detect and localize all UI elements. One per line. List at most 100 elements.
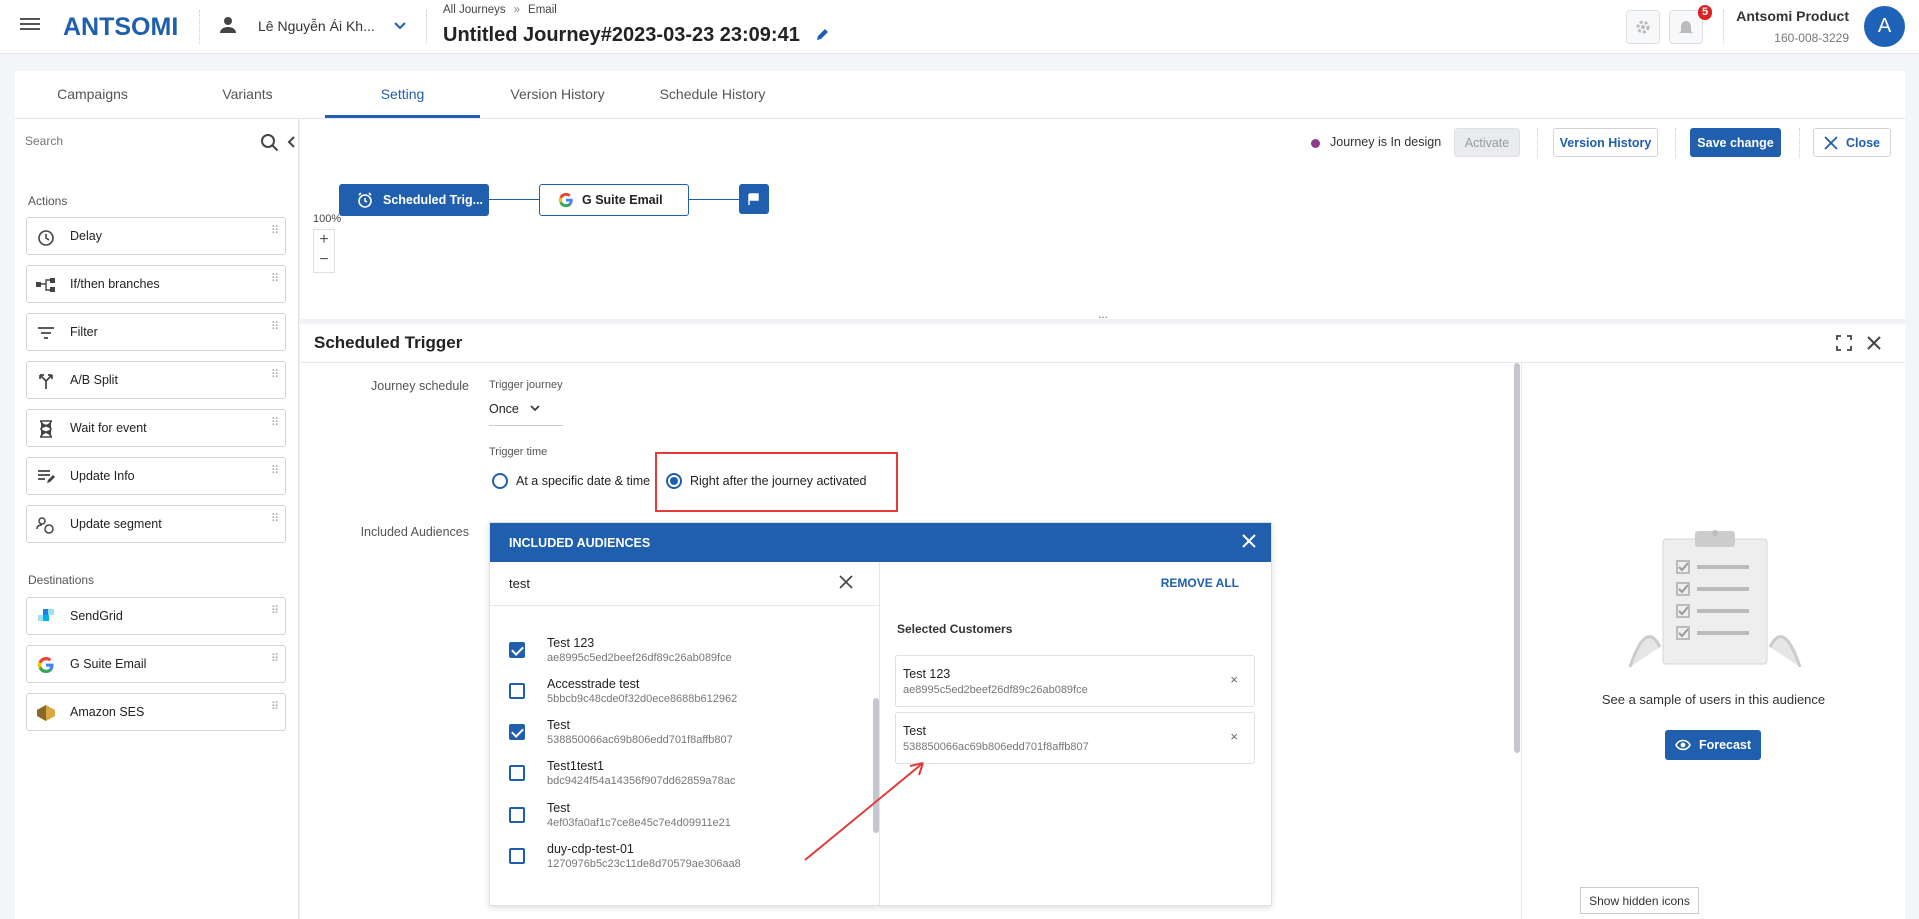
audience-checkbox[interactable] <box>509 848 525 864</box>
clear-search-icon[interactable] <box>839 575 853 592</box>
audience-name[interactable]: Test <box>547 801 570 815</box>
sidebar-item-gsuite-email[interactable]: G Suite Email ⠿ <box>26 645 286 683</box>
audience-name[interactable]: Test 123 <box>547 636 594 650</box>
audience-name[interactable]: Test <box>547 718 570 732</box>
node-scheduled-trigger[interactable]: Scheduled Trig... <box>339 184 489 216</box>
chevron-left-icon[interactable] <box>287 135 297 152</box>
close-icon[interactable] <box>1241 533 1257 552</box>
drag-handle-icon[interactable]: ⠿ <box>271 466 279 477</box>
radio-specific-date-label[interactable]: At a specific date & time <box>516 474 650 488</box>
expand-icon[interactable] <box>1836 335 1852 354</box>
sidebar-item-update-segment[interactable]: Update segment ⠿ <box>26 505 286 543</box>
breadcrumb-all-journeys[interactable]: All Journeys <box>443 4 506 16</box>
main-tabs: Campaigns Variants Setting Version Histo… <box>15 71 1905 119</box>
search-icon[interactable] <box>260 133 280 156</box>
close-button[interactable]: Close <box>1813 128 1891 157</box>
pencil-icon[interactable] <box>815 28 829 45</box>
audience-checkbox[interactable] <box>509 765 525 781</box>
delay-icon <box>36 227 56 247</box>
close-panel-icon[interactable] <box>1866 335 1882 354</box>
tab-version-history[interactable]: Version History <box>480 71 635 118</box>
sidebar-item-ab-split[interactable]: A/B Split ⠿ <box>26 361 286 399</box>
audience-checkbox[interactable] <box>509 724 525 740</box>
sidebar-item-filter[interactable]: Filter ⠿ <box>26 313 286 351</box>
user-name[interactable]: Lê Nguyễn Ái Kh... <box>258 18 375 34</box>
amazon-ses-icon <box>36 703 56 723</box>
version-history-button[interactable]: Version History <box>1553 128 1658 157</box>
remove-all-button[interactable]: REMOVE ALL <box>1161 576 1239 590</box>
node-end[interactable] <box>739 184 769 214</box>
audience-name[interactable]: Test1test1 <box>547 759 604 773</box>
journey-canvas[interactable] <box>300 119 1905 319</box>
detail-title: Scheduled Trigger <box>314 333 463 352</box>
radio-specific-date[interactable] <box>492 473 508 489</box>
node-label: Scheduled Trig... <box>383 193 484 207</box>
audience-search-input[interactable]: test <box>509 576 530 591</box>
journey-schedule-label: Journey schedule <box>371 379 469 393</box>
search-input[interactable] <box>25 134 235 148</box>
top-header: ANTSOMI Lê Nguyễn Ái Kh... All Journeys »… <box>0 0 1919 54</box>
sidebar-item-label: G Suite Email <box>70 657 147 671</box>
sidebar-item-if-then[interactable]: If/then branches ⠿ <box>26 265 286 303</box>
save-change-button[interactable]: Save change <box>1690 128 1781 157</box>
settings-button[interactable] <box>1626 10 1660 44</box>
node-gsuite-email[interactable]: G Suite Email <box>539 184 689 216</box>
audience-name[interactable]: Accesstrade test <box>547 677 639 691</box>
divider <box>300 362 1905 363</box>
menu-icon[interactable] <box>20 15 40 35</box>
scrollbar[interactable] <box>1514 363 1520 753</box>
chevron-down-icon[interactable] <box>393 18 407 35</box>
google-icon <box>558 192 573 208</box>
selected-customer-chip: Test 538850066ac69b806edd701f8affb807 × <box>895 712 1255 764</box>
hourglass-icon <box>36 419 56 439</box>
drag-handle-icon[interactable]: ⠿ <box>271 514 279 525</box>
sidebar-search <box>25 133 295 157</box>
sidebar-item-sendgrid[interactable]: SendGrid ⠿ <box>26 597 286 635</box>
tab-schedule-history[interactable]: Schedule History <box>635 71 790 118</box>
forecast-button[interactable]: Forecast <box>1665 730 1761 760</box>
drag-handle-icon[interactable]: ⠿ <box>271 226 279 237</box>
remove-icon[interactable]: × <box>1230 729 1238 744</box>
sidebar-item-label: A/B Split <box>70 373 118 387</box>
drag-handle-icon[interactable]: ⠿ <box>271 322 279 333</box>
status-dot <box>1311 139 1320 148</box>
sidebar-item-update-info[interactable]: Update Info ⠿ <box>26 457 286 495</box>
resize-handle[interactable]: ... <box>1098 307 1108 321</box>
sidebar-item-delay[interactable]: Delay ⠿ <box>26 217 286 255</box>
drag-handle-icon[interactable]: ⠿ <box>271 702 279 713</box>
account-id: 160-008-3229 <box>1774 31 1849 45</box>
audience-picker-header: INCLUDED AUDIENCES <box>490 523 1271 562</box>
audience-name[interactable]: duy-cdp-test-01 <box>547 842 634 856</box>
sidebar-item-wait-for-event[interactable]: Wait for event ⠿ <box>26 409 286 447</box>
included-audiences-label: Included Audiences <box>360 525 469 539</box>
sidebar-item-amazon-ses[interactable]: Amazon SES ⠿ <box>26 693 286 731</box>
selected-customers-heading: Selected Customers <box>897 622 1013 636</box>
audience-checkbox[interactable] <box>509 683 525 699</box>
zoom-out-button[interactable]: − <box>314 250 334 270</box>
trigger-journey-select[interactable]: Once <box>489 399 563 426</box>
tab-setting[interactable]: Setting <box>325 71 480 118</box>
tab-variants[interactable]: Variants <box>170 71 325 118</box>
breadcrumb-email[interactable]: Email <box>528 4 557 16</box>
clipboard-illustration-icon <box>1628 530 1802 667</box>
zoom-in-button[interactable]: + <box>314 230 334 250</box>
eye-icon <box>1675 739 1691 751</box>
drag-handle-icon[interactable]: ⠿ <box>271 654 279 665</box>
audience-checkbox[interactable] <box>509 807 525 823</box>
drag-handle-icon[interactable]: ⠿ <box>271 418 279 429</box>
notification-count-badge: 5 <box>1698 5 1713 20</box>
avatar[interactable]: A <box>1864 6 1905 47</box>
tab-campaigns[interactable]: Campaigns <box>15 71 170 118</box>
logo-text: ANTSOMI <box>63 13 179 41</box>
divider <box>426 10 427 44</box>
divider <box>1675 128 1676 158</box>
audience-checkbox[interactable] <box>509 642 525 658</box>
sidebar-item-label: If/then branches <box>70 277 160 291</box>
drag-handle-icon[interactable]: ⠿ <box>271 606 279 617</box>
drag-handle-icon[interactable]: ⠿ <box>271 274 279 285</box>
drag-handle-icon[interactable]: ⠿ <box>271 370 279 381</box>
activate-button[interactable]: Activate <box>1454 128 1520 157</box>
antsomi-logo[interactable]: ANTSOMI <box>63 13 178 42</box>
sidebar-item-label: Update segment <box>70 517 162 531</box>
remove-icon[interactable]: × <box>1230 672 1238 687</box>
